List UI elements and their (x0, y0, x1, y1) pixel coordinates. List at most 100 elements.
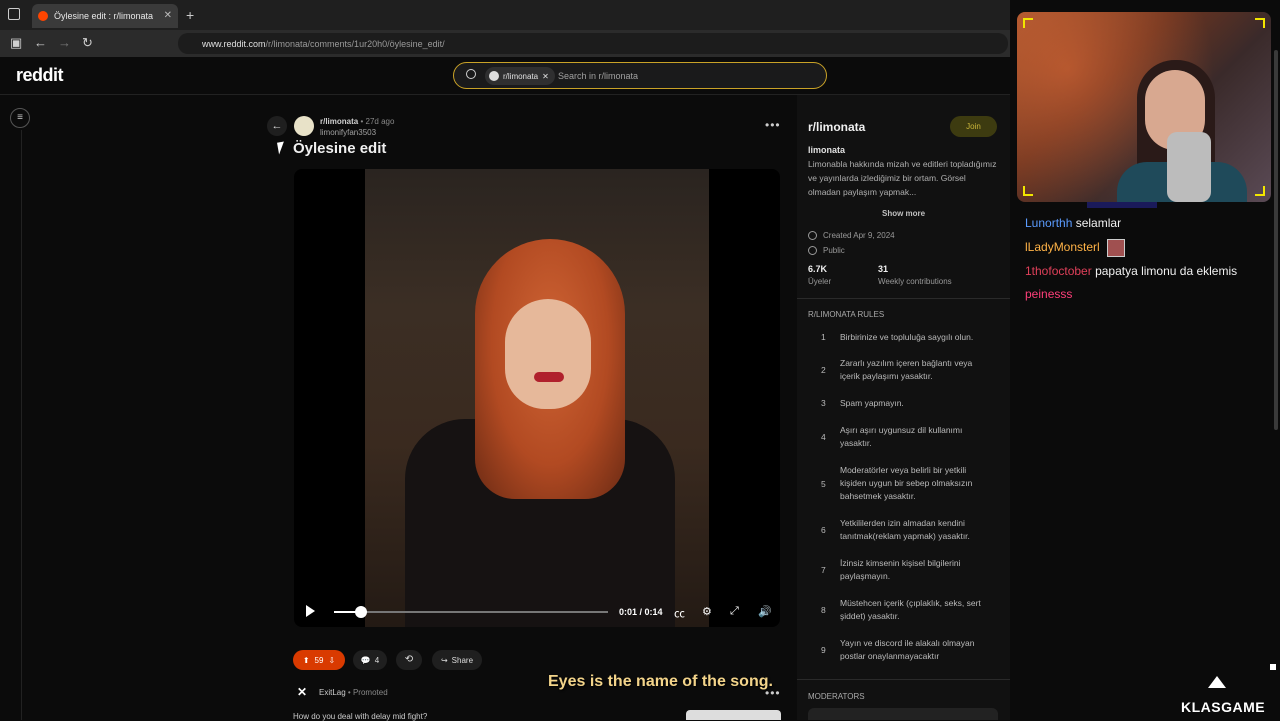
reddit-header: reddit r/limonata ✕ Search in r/limonata (0, 57, 1010, 95)
chat-text: selamlar (1075, 216, 1122, 230)
video-subject-face (505, 299, 591, 409)
reddit-logo[interactable]: reddit (16, 65, 64, 86)
crosspost-button[interactable]: ⟲ (396, 650, 422, 670)
promoted-header[interactable]: ExitLag • Promoted (319, 688, 388, 697)
community-name[interactable]: r/limonata (808, 120, 865, 134)
reddit-favicon-icon (38, 11, 48, 21)
promoted-thumbnail[interactable] (686, 710, 781, 720)
tab-title: Öylesine edit : r/limonata (54, 11, 154, 21)
video-player[interactable]: 0:01 / 0:14 ㏄ ⚙ ⤢ 🔊 (294, 169, 780, 627)
play-icon[interactable] (306, 605, 315, 617)
members-stat: 6.7K Üyeler (808, 264, 831, 286)
left-nav-divider (21, 130, 22, 720)
subreddit-avatar[interactable] (294, 116, 314, 136)
post-subreddit[interactable]: r/limonata • 27d ago (320, 117, 394, 126)
post-age: • 27d ago (360, 117, 395, 126)
back-arrow-icon[interactable]: ← (34, 35, 47, 50)
search-input[interactable]: Search in r/limonata (558, 71, 638, 81)
community-title: limonata (808, 145, 846, 155)
chat-message: 1thofoctober papatya limonu da eklemis (1025, 264, 1237, 278)
webcam-corner (1023, 186, 1033, 196)
vote-buttons[interactable]: ⬆ 59 ⇩ (293, 650, 345, 670)
chat-message: lLadyMonsterl (1025, 239, 1126, 257)
chat-username: 1thofoctober (1025, 264, 1092, 278)
settings-gear-icon[interactable]: ⚙ (702, 605, 712, 618)
webcam-corner (1023, 18, 1033, 28)
post-overflow-icon[interactable]: ••• (765, 118, 781, 132)
exitlag-logo-icon[interactable]: ✕ (297, 685, 311, 699)
cake-icon (808, 231, 817, 240)
subreddit-chip-icon (489, 71, 499, 81)
chip-label: r/limonata (503, 71, 539, 81)
moderators-header: MODERATORS (808, 692, 865, 701)
promoted-name[interactable]: ExitLag (319, 688, 346, 697)
message-mods-button[interactable] (808, 708, 998, 720)
video-subject-lips (534, 372, 564, 382)
browser-tab-bar: Öylesine edit : r/limonata ✕ + (0, 0, 1010, 30)
volume-icon[interactable]: 🔊 (758, 605, 772, 618)
community-sidebar: r/limonata Join limonata Limonabla hakkı… (797, 95, 1010, 720)
video-seek-handle[interactable] (355, 606, 368, 618)
forward-arrow-icon[interactable]: → (58, 35, 71, 50)
adidas-logo-icon (1208, 676, 1226, 688)
tab-list-icon[interactable] (8, 8, 20, 20)
sponsor-brand: KLASGAME (1181, 699, 1266, 715)
video-frame (365, 169, 709, 627)
sidebar-toggle-icon[interactable]: ▣ (10, 35, 22, 51)
video-controls: 0:01 / 0:14 ㏄ ⚙ ⤢ 🔊 (294, 597, 780, 627)
video-seek-bar[interactable] (334, 606, 608, 618)
members-label: Üyeler (808, 277, 832, 286)
contributions-value: 31 (878, 264, 889, 274)
search-bar[interactable]: r/limonata ✕ Search in r/limonata (453, 62, 827, 89)
share-label: Share (451, 655, 474, 665)
back-button[interactable]: ← (267, 116, 287, 136)
comment-count: 4 (374, 655, 380, 665)
menu-icon[interactable]: ≡ (10, 108, 30, 128)
chat-username: Lunorthh (1025, 216, 1073, 230)
members-value: 6.7K (808, 264, 828, 274)
url-field[interactable]: www.reddit.com/r/limonata/comments/1ur20… (178, 33, 1008, 54)
new-tab-icon[interactable]: + (186, 7, 194, 23)
browser-tab[interactable]: Öylesine edit : r/limonata ✕ (32, 4, 178, 28)
globe-icon (808, 246, 817, 255)
post-author[interactable]: limonifyfan3503 (320, 128, 376, 137)
share-icon: ↪ (440, 655, 448, 665)
contributions-label: Weekly contributions (878, 277, 952, 286)
upvote-icon[interactable]: ⬆ (303, 656, 310, 665)
post-title: Öylesine edit (293, 140, 387, 157)
promoted-tag: Promoted (352, 688, 388, 697)
stream-caption-overlay: Eyes is the name of the song. (548, 673, 773, 690)
contributions-stat: 31 Weekly contributions (878, 264, 952, 286)
chip-remove-icon[interactable]: ✕ (542, 72, 549, 81)
reload-icon[interactable]: ↻ (82, 35, 93, 51)
created-date: Created Apr 9, 2024 (808, 231, 895, 240)
sidebar-divider (797, 679, 1010, 680)
chat-message: peinesss (1025, 287, 1072, 301)
subreddit-search-chip[interactable]: r/limonata ✕ (485, 67, 555, 85)
sidebar-divider (797, 298, 1010, 299)
community-description: Limonabla hakkında mizah ve editleri top… (808, 159, 997, 197)
video-time: 0:01 / 0:14 (619, 607, 663, 617)
chat-text: papatya limonu da eklemis (1095, 264, 1238, 278)
share-button[interactable]: ↪ Share (432, 650, 482, 670)
visibility: Public (808, 246, 845, 255)
mouse-cursor-icon (277, 141, 286, 155)
streamer-webcam (1017, 12, 1271, 202)
fullscreen-icon[interactable]: ⤢ (730, 605, 739, 618)
search-icon (466, 69, 476, 79)
captions-icon[interactable]: ㏄ (674, 605, 685, 621)
join-button[interactable]: Join (950, 116, 997, 137)
chat-username: lLadyMonsterl (1025, 240, 1100, 255)
url-host: www.reddit.com (202, 38, 266, 49)
close-tab-icon[interactable]: ✕ (164, 10, 172, 21)
comments-button[interactable]: 💬 4 (353, 650, 387, 670)
chat-emote-icon (1107, 239, 1126, 257)
scrollbar-thumb[interactable] (1274, 50, 1278, 430)
show-more-button[interactable]: Show more (882, 209, 925, 218)
downvote-icon[interactable]: ⇩ (328, 656, 335, 665)
rules-header: R/LIMONATA RULES (808, 310, 885, 319)
subreddit-name[interactable]: r/limonata (320, 117, 358, 126)
chat-message: Lunorthh selamlar (1025, 216, 1121, 230)
chat-username: peinesss (1025, 287, 1073, 301)
vote-count: 59 (314, 655, 324, 665)
